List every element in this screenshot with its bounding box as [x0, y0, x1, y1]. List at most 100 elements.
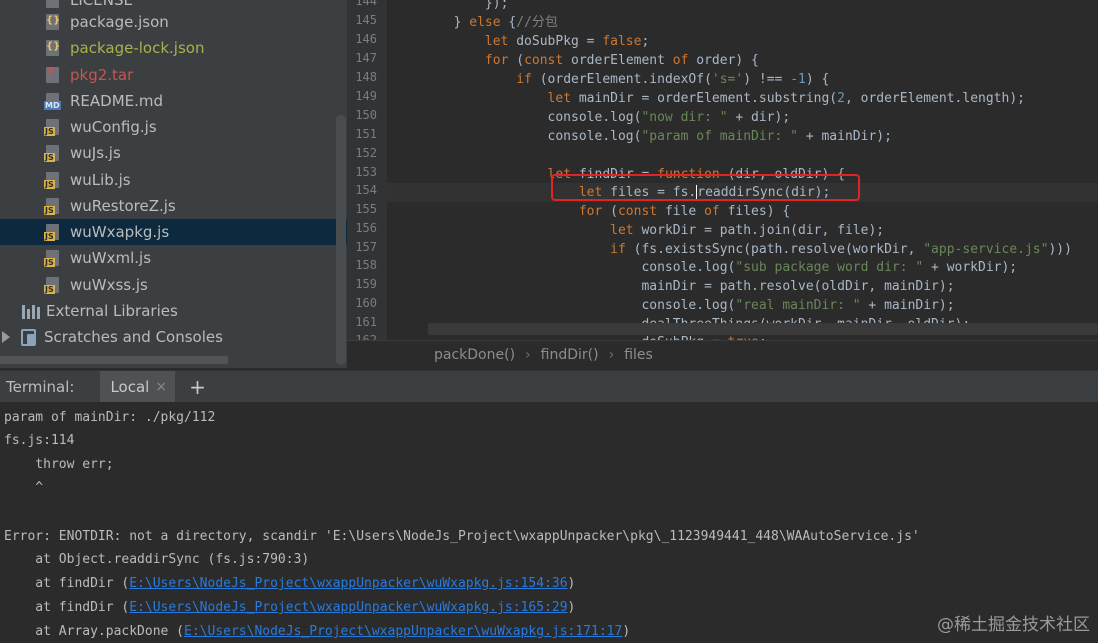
code-token: workDir = path.join(dir, file);	[633, 223, 885, 238]
code-line[interactable]: console.log("real mainDir: " + mainDir);	[387, 296, 955, 315]
library-icon	[22, 303, 40, 319]
tree-item-label: README.md	[70, 92, 164, 110]
tree-item-label: Scratches and Consoles	[44, 328, 223, 346]
code-line[interactable]: if (orderElement.indexOf('s=') !== -1) {	[387, 70, 829, 89]
terminal-line: fs.js:114	[4, 433, 75, 448]
tree-item-label: package.json	[70, 13, 169, 31]
close-icon[interactable]: ×	[155, 379, 167, 395]
code-token: files) {	[719, 204, 791, 219]
archive-file-icon: ?	[44, 66, 62, 84]
terminal-line: at findDir (E:\Users\NodeJs_Project\wxap…	[4, 572, 575, 595]
line-number: 149	[355, 89, 377, 103]
code-token: (	[602, 204, 618, 219]
code-token: const	[524, 53, 564, 68]
tree-item-wuwxss[interactable]: JS wuWxss.js	[0, 272, 347, 298]
code-token: , orderElement.length);	[844, 91, 1025, 106]
terminal-title: Terminal:	[6, 378, 75, 396]
tree-item-wulib[interactable]: JS wuLib.js	[0, 167, 347, 193]
watermark: @稀土掘金技术社区	[937, 615, 1090, 635]
terminal-header: Terminal: Local × +	[0, 370, 1098, 403]
expand-arrow-icon[interactable]	[2, 331, 10, 343]
code-token: let	[610, 223, 634, 238]
code-line[interactable]: console.log("sub package word dir: " + w…	[387, 258, 1017, 277]
code-line[interactable]: let workDir = path.join(dir, file);	[387, 221, 884, 240]
tree-item-readme[interactable]: MD README.md	[0, 88, 347, 114]
line-number: 155	[355, 202, 377, 216]
code-token: //分包	[516, 15, 558, 30]
stack-trace-link[interactable]: E:\Users\NodeJs_Project\wxappUnpacker\wu…	[129, 576, 567, 591]
terminal-line: ^	[4, 480, 44, 495]
code-line[interactable]: } else {//分包	[387, 13, 558, 32]
code-line[interactable]: mainDir = path.resolve(oldDir, mainDir);	[387, 277, 954, 296]
line-number: 161	[355, 315, 377, 329]
stack-prefix: at findDir (	[4, 576, 130, 591]
tree-item-package-json[interactable]: {} package.json	[0, 9, 347, 35]
code-token: + dir);	[727, 110, 791, 125]
code-token: console.log(	[391, 110, 642, 125]
code-token: + mainDir);	[860, 298, 955, 313]
code-token: for	[578, 204, 603, 219]
tree-item-external-libraries[interactable]: External Libraries	[0, 298, 347, 324]
code-line[interactable]: });	[387, 0, 509, 13]
line-number: 160	[355, 296, 377, 310]
code-editor[interactable]: }); } else {//分包 let doSubPkg = false; f…	[387, 0, 1098, 340]
js-file-icon: JS	[44, 171, 62, 189]
code-line[interactable]: let doSubPkg = false;	[387, 32, 649, 51]
code-line[interactable]	[387, 146, 391, 165]
code-token: "now dir: "	[641, 110, 728, 125]
line-number: 158	[355, 258, 377, 272]
breadcrumb-item[interactable]: findDir()	[541, 347, 599, 363]
tree-item-wurestorez[interactable]: JS wuRestoreZ.js	[0, 193, 347, 219]
tree-item-wuwxapkg[interactable]: JS wuWxapkg.js	[0, 219, 347, 245]
stack-trace-link[interactable]: E:\Users\NodeJs_Project\wxappUnpacker\wu…	[129, 600, 567, 615]
code-token: const	[617, 204, 658, 219]
terminal-line: param of mainDir: ./pkg/112	[4, 410, 216, 425]
breadcrumb-item[interactable]: files	[624, 347, 653, 363]
tree-item-wuwxml[interactable]: JS wuWxml.js	[0, 245, 347, 271]
tree-item-pkg2-tar[interactable]: ? pkg2.tar	[0, 62, 347, 88]
tree-item-label: wuJs.js	[70, 144, 121, 162]
js-file-icon: JS	[44, 197, 62, 215]
terminal-line: at Object.readdirSync (fs.js:790:3)	[4, 552, 310, 567]
line-number: 151	[355, 127, 377, 141]
code-line[interactable]: if (fs.existsSync(path.resolve(workDir, …	[387, 240, 1072, 259]
add-terminal-icon[interactable]: +	[189, 375, 206, 399]
stack-trace-link[interactable]: E:\Users\NodeJs_Project\wxappUnpacker\wu…	[184, 624, 622, 639]
line-number: 157	[355, 240, 377, 254]
editor-horizontal-scrollbar[interactable]	[428, 323, 1098, 335]
tree-item-wujs[interactable]: JS wuJs.js	[0, 140, 347, 166]
code-token: "param of mainDir: "	[641, 129, 798, 144]
tree-item-wuconfig[interactable]: JS wuConfig.js	[0, 114, 347, 140]
tree-item-scratches[interactable]: Scratches and Consoles	[0, 324, 347, 350]
code-token: order) {	[688, 53, 759, 68]
terminal-tab-local[interactable]: Local ×	[100, 371, 176, 403]
line-number: 144	[355, 0, 377, 8]
js-file-icon: JS	[44, 249, 62, 267]
code-token: ) !==	[743, 72, 791, 87]
line-number: 145	[355, 13, 377, 27]
terminal-line: throw err;	[4, 457, 114, 472]
stack-prefix: at findDir (	[4, 600, 130, 615]
code-line[interactable]: console.log("param of mainDir: " + mainD…	[387, 127, 892, 146]
tree-item-label: package-lock.json	[70, 39, 205, 57]
code-token: for	[484, 53, 509, 68]
tree-item-package-lock-json[interactable]: {} package-lock.json	[0, 35, 347, 61]
code-line[interactable]: for (const file of files) {	[387, 202, 790, 221]
breadcrumb-item[interactable]: packDone()	[434, 347, 515, 363]
horizontal-scrollbar[interactable]	[0, 356, 228, 364]
code-token: )))	[1048, 242, 1072, 257]
line-number: 147	[355, 51, 377, 65]
code-line[interactable]: console.log("now dir: " + dir);	[387, 108, 791, 127]
code-line[interactable]: for (const orderElement of order) {	[387, 51, 759, 70]
code-token: 's='	[711, 72, 744, 87]
terminal-output[interactable]: param of mainDir: ./pkg/112 fs.js:114 th…	[0, 402, 1098, 641]
code-line[interactable]: let mainDir = orderElement.substring(2, …	[387, 89, 1025, 108]
code-token: (fs.existsSync(path.resolve(workDir,	[625, 242, 924, 257]
line-number: 159	[355, 277, 377, 291]
code-token: file	[657, 204, 705, 219]
